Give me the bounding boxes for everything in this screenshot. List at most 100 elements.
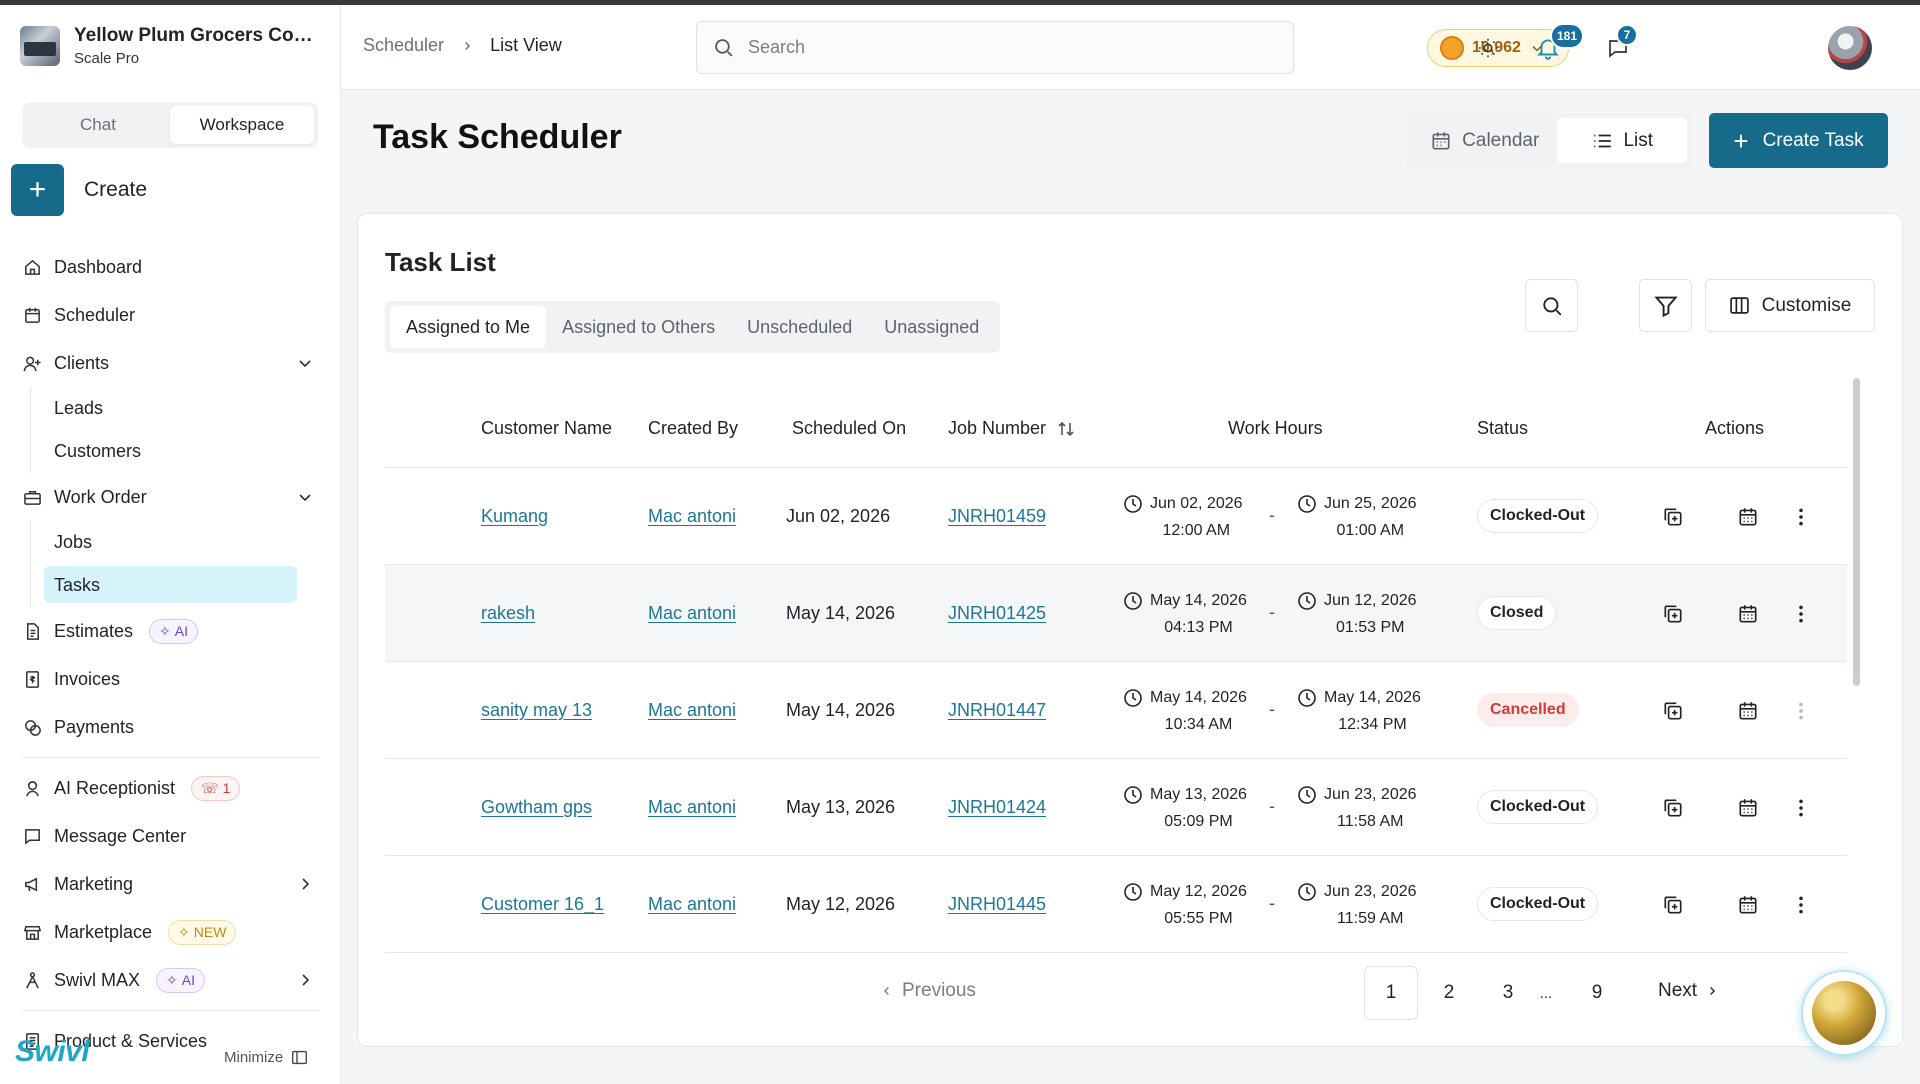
workspace-tab[interactable]: Workspace [170,106,314,144]
more-vertical-icon [1789,699,1813,723]
sidebar-item-estimates[interactable]: Estimates ✧ AI [0,607,341,655]
sidebar-item-message-center[interactable]: Message Center [0,812,341,860]
tab-unassigned[interactable]: Unassigned [868,306,995,348]
table-row[interactable]: Kumang Mac antoni Jun 02, 2026 JNRH01459… [385,468,1847,565]
global-search[interactable] [696,21,1294,74]
more-vertical-icon[interactable] [1789,505,1813,529]
tab-assigned-to-me[interactable]: Assigned to Me [390,306,547,348]
sidebar-item-payments[interactable]: Payments [0,703,341,751]
customise-button[interactable]: Customise [1705,279,1875,332]
sidebar-item-label: Leads [54,398,104,418]
chevron-right-icon [1710,987,1716,995]
calendar-view-button[interactable]: Calendar [1412,118,1557,163]
col-job-number[interactable]: Job Number [948,390,1076,467]
sidebar-item-marketplace[interactable]: Marketplace ✧ NEW [0,908,341,956]
breadcrumb-root[interactable]: Scheduler [363,35,444,56]
chevron-right-icon[interactable] [295,874,315,894]
ai-assistant-button[interactable] [1801,970,1887,1056]
sidebar-item-leads[interactable]: Leads [0,387,341,430]
table-scrollbar[interactable] [1853,378,1860,686]
org-switcher[interactable]: Yellow Plum Grocers Com... Scale Pro [20,25,319,67]
chevron-down-icon[interactable] [295,487,315,507]
notifications-button[interactable]: 181 [1532,23,1585,64]
sun-icon [1478,38,1498,58]
table-row[interactable]: rakesh Mac antoni May 14, 2026 JNRH01425… [385,565,1847,662]
sparkle-icon: ✧ [159,622,171,639]
more-vertical-icon[interactable] [1789,602,1813,626]
duplicate-icon[interactable] [1661,602,1685,626]
job-number-link[interactable]: JNRH01425 [948,565,1046,661]
job-number-link[interactable]: JNRH01459 [948,468,1046,564]
job-number-link[interactable]: JNRH01424 [948,759,1046,855]
chevron-down-icon[interactable] [295,353,315,373]
duplicate-icon[interactable] [1661,699,1685,723]
created-by-link[interactable]: Mac antoni [648,662,736,758]
page-2[interactable]: 2 [1422,966,1476,1020]
calendar-icon[interactable] [1736,602,1760,626]
sidebar-item-label: Marketing [54,873,134,894]
create-button[interactable]: + Create [11,164,147,216]
sidebar-item-tasks[interactable]: Tasks [0,564,341,607]
tab-unscheduled[interactable]: Unscheduled [731,306,868,348]
duplicate-icon[interactable] [1661,893,1685,917]
page-9[interactable]: 9 [1570,966,1624,1020]
sidebar-item-customers[interactable]: Customers [0,430,341,473]
sidebar-item-jobs[interactable]: Jobs [0,521,341,564]
table-row[interactable]: Customer 16_1 Mac antoni May 12, 2026 JN… [385,856,1847,953]
badge-label: AI [174,623,188,639]
created-by-link[interactable]: Mac antoni [648,856,736,952]
created-by-link[interactable]: Mac antoni [648,759,736,855]
messages-button[interactable]: 7 [1602,24,1638,64]
customer-link[interactable]: Customer 16_1 [481,856,604,952]
previous-page-button[interactable]: Previous [880,980,976,1002]
end-date: Jun 23, 2026 [1324,786,1417,803]
sidebar-item-ai-receptionist[interactable]: AI Receptionist ☏ 1 [0,764,341,812]
table-row[interactable]: Gowtham gps Mac antoni May 13, 2026 JNRH… [385,759,1847,856]
customer-link[interactable]: sanity may 13 [481,662,592,758]
sidebar-item-dashboard[interactable]: Dashboard [0,243,341,291]
tab-assigned-to-others[interactable]: Assigned to Others [546,306,731,348]
missed-call-badge: ☏ 1 [191,775,241,801]
filter-button[interactable] [1639,279,1692,332]
sort-icon[interactable] [1056,419,1076,439]
create-task-button[interactable]: + Create Task [1709,113,1888,168]
chevron-right-icon[interactable] [295,970,315,990]
sidebar-item-swivl-max[interactable]: Swivl MAX ✧ AI [0,956,341,1004]
avatar[interactable] [1828,26,1872,70]
sidebar-item-scheduler[interactable]: Scheduler [0,291,341,339]
search-icon [715,39,733,57]
calendar-icon[interactable] [1736,893,1760,917]
sidebar-item-invoices[interactable]: Invoices [0,655,341,703]
work-end: Jun 23, 2026 11:58 AM [1297,781,1417,835]
sidebar-item-marketing[interactable]: Marketing [0,860,341,908]
customer-link[interactable]: rakesh [481,565,535,661]
more-vertical-icon[interactable] [1789,796,1813,820]
theme-toggle[interactable] [1472,32,1504,64]
user-plus-icon [22,353,42,373]
customer-link[interactable]: Gowtham gps [481,759,592,855]
duplicate-icon[interactable] [1661,796,1685,820]
calendar-icon[interactable] [1736,505,1760,529]
sidebar-item-clients[interactable]: Clients [0,339,341,387]
created-by-link[interactable]: Mac antoni [648,468,736,564]
notification-count-badge: 181 [1550,23,1585,49]
search-input[interactable] [748,37,1268,58]
job-number-link[interactable]: JNRH01447 [948,662,1046,758]
more-vertical-icon[interactable] [1789,893,1813,917]
list-view-button[interactable]: List [1557,118,1687,163]
chat-tab[interactable]: Chat [26,106,170,144]
minimize-button[interactable]: Minimize [224,1049,308,1066]
next-page-button[interactable]: Next [1658,980,1719,1002]
duplicate-icon[interactable] [1661,505,1685,529]
created-by-link[interactable]: Mac antoni [648,565,736,661]
sidebar-item-work-order[interactable]: Work Order [0,473,341,521]
customer-link[interactable]: Kumang [481,468,548,564]
table-search-button[interactable] [1525,279,1578,332]
end-date: May 14, 2026 [1324,689,1421,706]
job-number-link[interactable]: JNRH01445 [948,856,1046,952]
page-1[interactable]: 1 [1364,966,1418,1020]
calendar-icon[interactable] [1736,699,1760,723]
document-icon [22,621,42,641]
calendar-icon[interactable] [1736,796,1760,820]
table-row[interactable]: sanity may 13 Mac antoni May 14, 2026 JN… [385,662,1847,759]
